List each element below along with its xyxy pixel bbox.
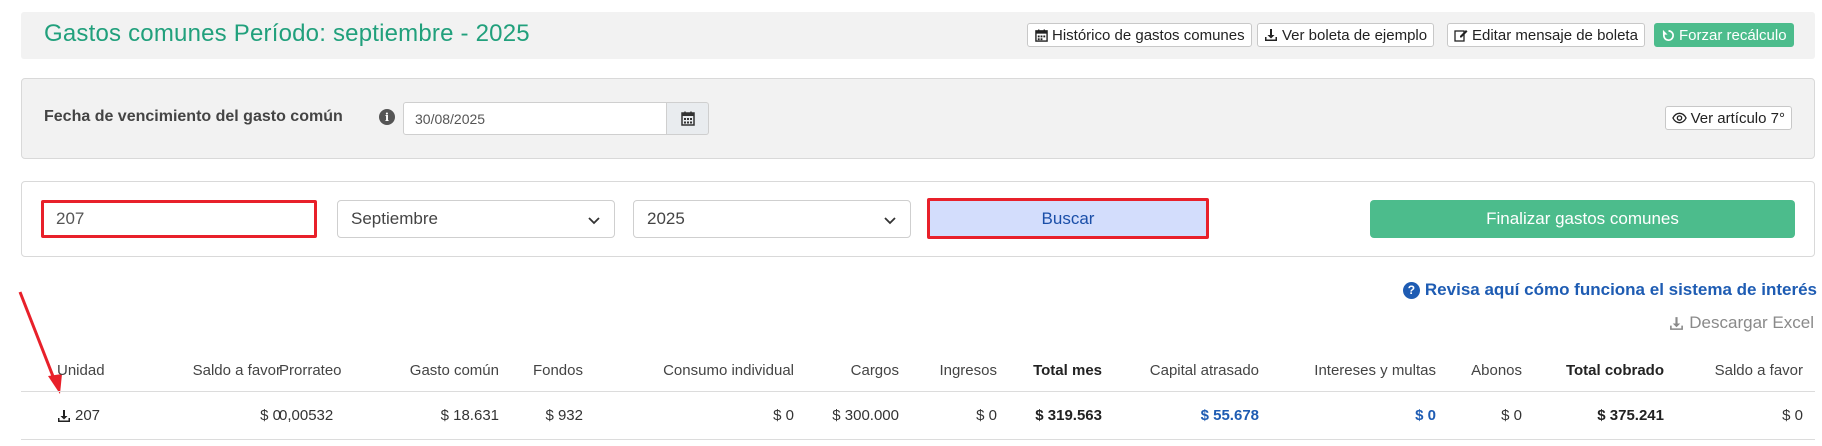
col-gasto-comun: Gasto común bbox=[409, 362, 499, 379]
col-fondos: Fondos bbox=[532, 362, 583, 379]
month-select[interactable]: Septiembre bbox=[337, 200, 615, 238]
historico-button[interactable]: Histórico de gastos comunes bbox=[1027, 23, 1252, 47]
finalizar-button[interactable]: Finalizar gastos comunes bbox=[1370, 200, 1795, 238]
col-total-mes: Total mes bbox=[1033, 362, 1102, 379]
download-icon bbox=[1669, 316, 1684, 331]
download-excel-link[interactable]: Descargar Excel bbox=[1669, 313, 1814, 333]
month-select-value: Septiembre bbox=[351, 209, 438, 228]
interest-info-link[interactable]: ? Revisa aquí cómo funciona el sistema d… bbox=[1402, 280, 1817, 300]
cell-ingresos: $ 0 bbox=[976, 407, 997, 424]
cell-intereses-link[interactable]: $ 0 bbox=[1261, 392, 1436, 439]
col-unidad: Unidad bbox=[57, 362, 105, 379]
unit-value: 207 bbox=[75, 407, 101, 424]
col-total-cobrado: Total cobrado bbox=[1565, 362, 1664, 379]
year-select-value: 2025 bbox=[647, 209, 685, 228]
due-date-panel: Fecha de vencimiento del gasto común i V… bbox=[21, 78, 1815, 159]
cell-abonos: $ 0 bbox=[1501, 407, 1522, 424]
expenses-table: Unidad Saldo a favor Prorrateo Gasto com… bbox=[21, 350, 1815, 440]
page-header: Gastos comunes Período: septiembre - 202… bbox=[21, 12, 1815, 59]
ver-articulo-button[interactable]: Ver artículo 7° bbox=[1664, 106, 1792, 130]
due-date-input[interactable] bbox=[403, 102, 667, 135]
download-excel-label: Descargar Excel bbox=[1689, 313, 1814, 332]
col-prorrateo: Prorrateo bbox=[279, 362, 342, 379]
calendar-icon bbox=[1034, 28, 1048, 42]
cell-gasto-comun: $ 18.631 bbox=[440, 407, 499, 424]
download-icon[interactable] bbox=[57, 409, 71, 423]
cell-capital-atrasado-link[interactable]: $ 55.678 bbox=[1121, 392, 1259, 439]
due-date-label: Fecha de vencimiento del gasto común bbox=[44, 108, 343, 125]
calendar-picker-button[interactable] bbox=[667, 102, 709, 135]
cell-prorrateo: 0,00532 bbox=[279, 407, 334, 424]
unit-search-value: 207 bbox=[56, 209, 85, 228]
table-header: Unidad Saldo a favor Prorrateo Gasto com… bbox=[21, 350, 1815, 392]
editar-mensaje-label: Editar mensaje de boleta bbox=[1472, 26, 1638, 44]
chevron-down-icon bbox=[884, 217, 896, 225]
cell-fondos: $ 932 bbox=[545, 407, 583, 424]
col-cargos: Cargos bbox=[850, 362, 899, 379]
cell-saldo-favor: $ 0 bbox=[260, 407, 281, 424]
eye-icon bbox=[1671, 112, 1687, 124]
col-consumo: Consumo individual bbox=[663, 362, 794, 379]
cell-saldo-favor-final: $ 0 bbox=[1782, 407, 1803, 424]
cell-cargos: $ 300.000 bbox=[832, 407, 899, 424]
forzar-recalculo-label: Forzar recálculo bbox=[1679, 26, 1787, 44]
col-abonos: Abonos bbox=[1471, 362, 1522, 379]
unit-search-input[interactable]: 207 bbox=[41, 200, 317, 238]
unit-cell[interactable]: 207 bbox=[57, 392, 100, 439]
col-ingresos: Ingresos bbox=[939, 362, 997, 379]
historico-label: Histórico de gastos comunes bbox=[1052, 26, 1245, 44]
chevron-down-icon bbox=[588, 217, 600, 225]
edit-icon bbox=[1454, 28, 1468, 42]
table-row: 207 $ 0 0,00532 $ 18.631 $ 932 $ 0 $ 300… bbox=[21, 392, 1815, 440]
col-intereses: Intereses y multas bbox=[1314, 362, 1436, 379]
question-icon: ? bbox=[1402, 281, 1420, 299]
ver-articulo-label: Ver artículo 7° bbox=[1690, 109, 1785, 127]
col-capital-atrasado: Capital atrasado bbox=[1149, 362, 1259, 379]
cell-total-mes: $ 319.563 bbox=[1035, 407, 1102, 424]
buscar-button[interactable]: Buscar bbox=[927, 198, 1209, 239]
cell-total-cobrado: $ 375.241 bbox=[1597, 407, 1664, 424]
cell-consumo: $ 0 bbox=[773, 407, 794, 424]
ver-boleta-button[interactable]: Ver boleta de ejemplo bbox=[1257, 23, 1435, 47]
ver-boleta-label: Ver boleta de ejemplo bbox=[1282, 26, 1428, 44]
col-saldo-favor-final: Saldo a favor bbox=[1714, 362, 1803, 379]
info-icon[interactable]: i bbox=[379, 109, 395, 125]
page-title: Gastos comunes Período: septiembre - 202… bbox=[44, 20, 530, 47]
calendar-icon bbox=[680, 111, 695, 126]
download-icon bbox=[1264, 28, 1278, 42]
col-saldo-favor: Saldo a favor bbox=[192, 362, 281, 379]
year-select[interactable]: 2025 bbox=[633, 200, 911, 238]
filter-panel: 207 Septiembre 2025 Buscar Finalizar gas… bbox=[21, 181, 1815, 257]
refresh-icon bbox=[1661, 28, 1675, 42]
forzar-recalculo-button[interactable]: Forzar recálculo bbox=[1654, 23, 1794, 47]
interest-info-label: Revisa aquí cómo funciona el sistema de … bbox=[1424, 280, 1817, 299]
editar-mensaje-button[interactable]: Editar mensaje de boleta bbox=[1447, 23, 1645, 47]
